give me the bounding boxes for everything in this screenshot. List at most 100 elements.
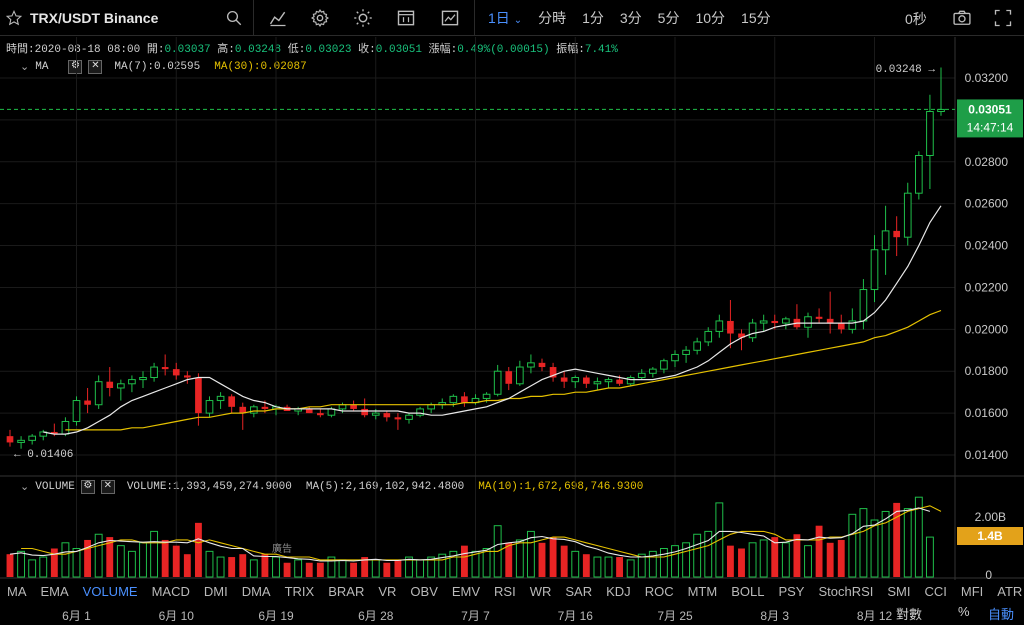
indicator-tab-roc[interactable]: ROC <box>638 584 681 599</box>
percent-scale-button[interactable]: % <box>958 604 970 619</box>
indicator-tab-ma[interactable]: MA <box>0 584 34 599</box>
candle-body <box>759 320 768 324</box>
indicator-tab-sar[interactable]: SAR <box>558 584 599 599</box>
candle-body <box>593 381 602 385</box>
volume-bar <box>61 542 70 578</box>
symbol-selector[interactable]: TRX/USDT Binance <box>6 0 158 36</box>
candle-body <box>583 377 590 384</box>
indicator-tab-smi[interactable]: SMI <box>880 584 917 599</box>
volume-ma10-line <box>21 505 942 561</box>
candle-body <box>350 404 357 409</box>
candle-body <box>172 369 180 376</box>
indicator-tab-emv[interactable]: EMV <box>445 584 487 599</box>
indicator-tab-atr[interactable]: ATR <box>990 584 1024 599</box>
candle-body <box>649 368 657 374</box>
price-tick-label: 0.01800 <box>965 364 1009 378</box>
volume-bar <box>826 542 834 577</box>
indicator-tab-boll[interactable]: BOLL <box>724 584 771 599</box>
indicator-tab-cci[interactable]: CCI <box>918 584 954 599</box>
volume-bar <box>6 554 14 577</box>
indicator-tab-dmi[interactable]: DMI <box>197 584 235 599</box>
indicator-tab-dma[interactable]: DMA <box>235 584 278 599</box>
candle-body <box>693 341 701 351</box>
indicator-tab-mtm[interactable]: MTM <box>681 584 725 599</box>
theme-sun-icon[interactable] <box>351 6 375 30</box>
timeframe-15m[interactable]: 15分 <box>733 8 779 28</box>
volume-bar <box>183 554 191 577</box>
indicator-tab-obv[interactable]: OBV <box>403 584 444 599</box>
candle-body <box>859 289 868 322</box>
volume-bar <box>127 550 136 578</box>
volume-bar <box>350 562 358 577</box>
date-label: 7月 16 <box>557 609 593 623</box>
volume-bar <box>161 539 169 577</box>
volume-bar <box>505 542 513 577</box>
indicators-icon[interactable] <box>266 6 290 30</box>
candle-body <box>560 377 568 382</box>
price-chart[interactable]: 0.03248 →← 0.014060.032000.030000.028000… <box>0 37 1024 580</box>
candle-body <box>139 377 147 381</box>
candle-body <box>493 370 502 395</box>
timeframe-10m[interactable]: 10分 <box>687 8 733 28</box>
volume-bar <box>94 533 103 578</box>
candle-body <box>28 435 36 441</box>
gear-icon[interactable] <box>308 6 332 30</box>
date-label: 6月 19 <box>258 609 294 623</box>
auto-scale-button[interactable]: 自動 <box>988 604 1014 623</box>
star-icon[interactable] <box>6 10 22 26</box>
timeframe-1d[interactable]: 1日 ⌄ <box>480 8 530 28</box>
layout-icon[interactable] <box>394 6 418 30</box>
candle-body <box>660 360 668 370</box>
date-axis: 6月 1 6月 10 6月 19 6月 28 7月 7 7月 16 7月 25 8月 3 8月 … <box>0 603 955 625</box>
candle-body <box>394 417 402 420</box>
volume-bar <box>748 542 757 578</box>
date-label: 6月 28 <box>358 609 394 623</box>
indicator-tab-volume[interactable]: VOLUME <box>76 584 145 599</box>
candle-body <box>571 377 580 383</box>
indicator-tab-vr[interactable]: VR <box>371 584 403 599</box>
fullscreen-icon[interactable] <box>991 6 1015 30</box>
timeframe-1m[interactable]: 1分 <box>574 8 612 28</box>
timeframe-3m[interactable]: 3分 <box>612 8 650 28</box>
volume-bar <box>659 548 668 578</box>
candle-body <box>870 249 879 291</box>
indicator-tab-stochrsi[interactable]: StochRSI <box>811 584 880 599</box>
indicator-tab-mfi[interactable]: MFI <box>954 584 990 599</box>
volume-ma-tag-value: 1.4B <box>977 529 1003 543</box>
timeframe-5m[interactable]: 5分 <box>650 8 688 28</box>
candle-body <box>782 318 790 324</box>
chart-window-icon[interactable] <box>438 6 462 30</box>
volume-ma5-line <box>9 507 931 562</box>
candle-body <box>106 381 114 388</box>
indicator-tab-macd[interactable]: MACD <box>145 584 197 599</box>
candle-body <box>748 322 757 339</box>
candle-body <box>94 381 103 406</box>
price-tick-label: 0.02000 <box>965 322 1009 336</box>
volume-bar <box>460 545 468 577</box>
indicator-tab-brar[interactable]: BRAR <box>321 584 371 599</box>
candle-body <box>117 383 125 389</box>
candle-body <box>161 367 169 370</box>
indicator-tab-wr[interactable]: WR <box>523 584 559 599</box>
indicator-tab-rsi[interactable]: RSI <box>487 584 523 599</box>
candle-body <box>128 379 136 385</box>
volume-bar <box>416 559 425 578</box>
indicator-tab-psy[interactable]: PSY <box>771 584 811 599</box>
indicator-tab-kdj[interactable]: KDJ <box>599 584 638 599</box>
indicator-tab-ema[interactable]: EMA <box>34 584 76 599</box>
price-tick-label: 0.03200 <box>965 71 1009 85</box>
volume-bar <box>837 539 845 577</box>
timeframe-realtime[interactable]: 分時 <box>530 8 574 28</box>
volume-bar <box>515 539 524 578</box>
log-scale-button[interactable]: 對數 <box>896 604 922 623</box>
volume-bar <box>72 548 81 578</box>
candle-body <box>84 400 91 405</box>
candle-body <box>604 379 613 383</box>
volume-bar <box>781 542 790 578</box>
search-icon[interactable] <box>222 6 246 30</box>
volume-bar <box>39 556 48 578</box>
price-tick-label: 0.02200 <box>965 280 1009 294</box>
camera-icon[interactable] <box>950 6 974 30</box>
date-label: 7月 25 <box>657 609 693 623</box>
indicator-tab-trix[interactable]: TRIX <box>278 584 322 599</box>
